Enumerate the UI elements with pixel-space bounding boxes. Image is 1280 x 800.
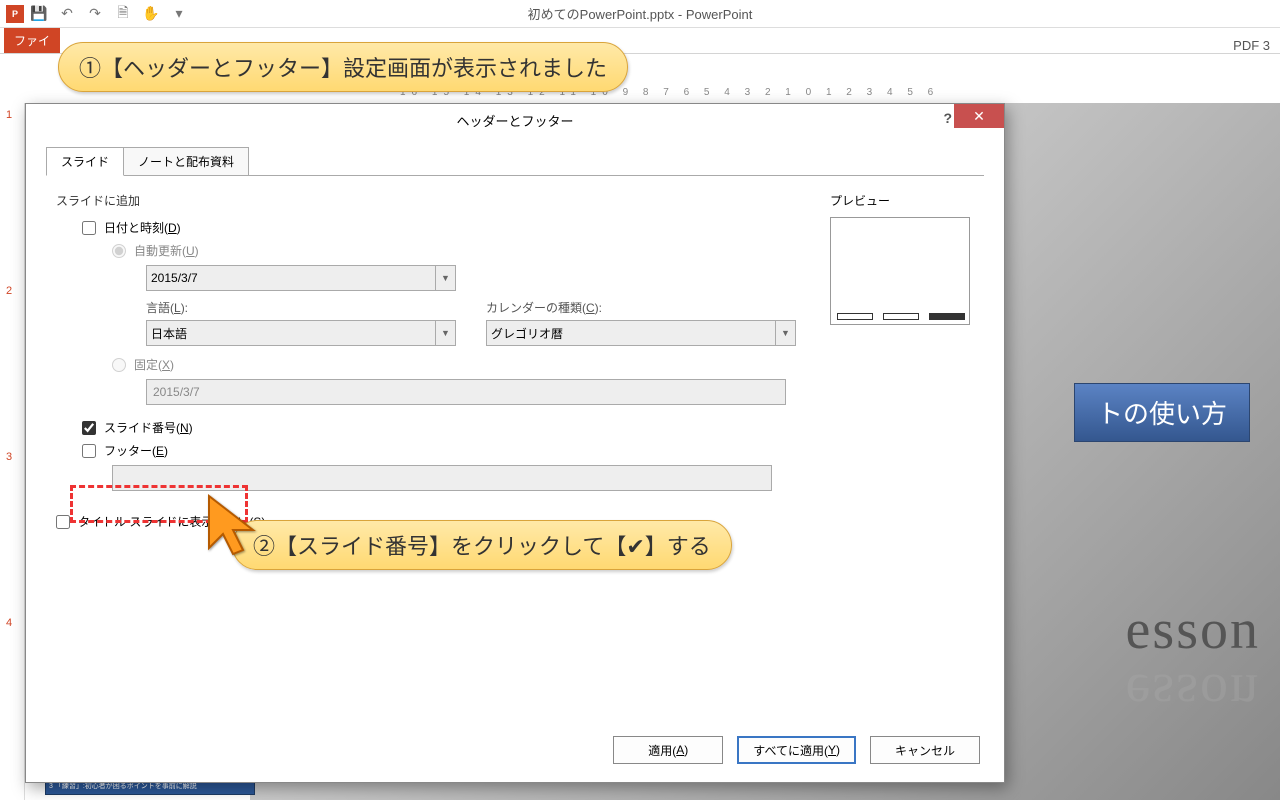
- language-combo[interactable]: 日本語 ▼: [146, 320, 456, 346]
- slide-number-checkbox[interactable]: [82, 421, 96, 435]
- preview-slot-left: [837, 313, 873, 320]
- preview-panel: プレビュー: [830, 192, 980, 325]
- auto-date-value: 2015/3/7: [151, 271, 198, 285]
- slide-number-row[interactable]: スライド番号(N): [82, 419, 984, 436]
- help-button[interactable]: ?: [943, 110, 952, 126]
- customize-icon[interactable]: ▾: [170, 5, 188, 23]
- dialog-tabstrip: スライド ノートと配布資料: [46, 146, 1004, 175]
- tutorial-cursor-arrow: [205, 492, 265, 567]
- title-bar: P 💾 ↶ ↷ 🗎 ✋ ▾ 初めてのPowerPoint.pptx - Powe…: [0, 0, 1280, 28]
- auto-date-combo[interactable]: 2015/3/7 ▼: [146, 265, 456, 291]
- chevron-down-icon[interactable]: ▼: [435, 321, 455, 345]
- date-time-checkbox[interactable]: [82, 221, 96, 235]
- redo-icon[interactable]: ↷: [86, 5, 104, 23]
- apply-all-button[interactable]: すべてに適用(Y): [737, 736, 856, 764]
- file-tab[interactable]: ファイ: [4, 28, 60, 53]
- tab-notes-handouts[interactable]: ノートと配布資料: [124, 147, 249, 176]
- fixed-label: 固定(X): [134, 356, 174, 373]
- dialog-title: ヘッダーとフッター: [456, 111, 573, 130]
- save-icon[interactable]: 💾: [30, 5, 48, 23]
- app-icon: P: [6, 5, 24, 23]
- close-button[interactable]: ✕: [954, 104, 1004, 128]
- dialog-button-row: 適用(A) すべてに適用(Y) キャンセル: [613, 736, 980, 764]
- chevron-down-icon[interactable]: ▼: [775, 321, 795, 345]
- fixed-value-row: 2015/3/7: [146, 379, 984, 405]
- auto-update-radio[interactable]: [112, 244, 126, 258]
- hide-on-title-checkbox[interactable]: [56, 515, 70, 529]
- calendar-value: グレゴリオ暦: [491, 325, 563, 342]
- footer-row[interactable]: フッター(E): [82, 442, 984, 459]
- fixed-row[interactable]: 固定(X): [112, 356, 984, 373]
- thumb-num-4[interactable]: 4: [0, 615, 24, 631]
- language-value: 日本語: [151, 325, 187, 342]
- print-icon[interactable]: 🗎: [114, 5, 132, 23]
- calendar-combo[interactable]: グレゴリオ暦 ▼: [486, 320, 796, 346]
- undo-icon[interactable]: ↶: [58, 5, 76, 23]
- preview-label: プレビュー: [830, 192, 980, 209]
- date-time-label: 日付と時刻(D): [104, 219, 181, 236]
- header-footer-dialog: ヘッダーとフッター ? ✕ スライド ノートと配布資料 スライドに追加 日付と時…: [25, 103, 1005, 783]
- ribbon-right-fragment: PDF 3: [1233, 38, 1280, 53]
- fixed-date-field[interactable]: 2015/3/7: [146, 379, 786, 405]
- preview-slot-right: [929, 313, 965, 320]
- preview-frame: [830, 217, 970, 325]
- slide-number-label: スライド番号(N): [104, 419, 193, 436]
- slide-thumbnail-panel: 1 2 3 4: [0, 103, 25, 800]
- chevron-down-icon[interactable]: ▼: [435, 266, 455, 290]
- slide-lesson-text: esson: [1126, 598, 1260, 662]
- language-label: 言語(L):: [146, 299, 456, 316]
- footer-label: フッター(E): [104, 442, 168, 459]
- calendar-label: カレンダーの種類(C):: [486, 299, 796, 316]
- thumb-num-2[interactable]: 2: [0, 283, 24, 299]
- preview-slot-center: [883, 313, 919, 320]
- tutorial-callout-1: ①【ヘッダーとフッター】設定画面が表示されました: [58, 42, 628, 92]
- quick-access-toolbar: 💾 ↶ ↷ 🗎 ✋ ▾: [30, 5, 188, 23]
- tutorial-callout-2: ②【スライド番号】をクリックして【✔】する: [232, 520, 732, 570]
- slide-lesson-reflection: esson: [1126, 661, 1260, 725]
- slide-title-fragment: トの使い方: [1074, 383, 1250, 442]
- thumb-num-1[interactable]: 1: [0, 107, 24, 123]
- dialog-title-bar: ヘッダーとフッター ? ✕: [26, 104, 1004, 136]
- footer-checkbox[interactable]: [82, 444, 96, 458]
- touch-icon[interactable]: ✋: [142, 5, 160, 23]
- cancel-button[interactable]: キャンセル: [870, 736, 980, 764]
- thumb-num-3[interactable]: 3: [0, 449, 24, 465]
- tab-slide[interactable]: スライド: [46, 147, 124, 176]
- dialog-body: スライドに追加 日付と時刻(D) 自動更新(U) 2015/3/7 ▼ 言語(L…: [26, 176, 1004, 736]
- auto-update-label: 自動更新(U): [134, 242, 199, 259]
- fixed-radio[interactable]: [112, 358, 126, 372]
- window-title: 初めてのPowerPoint.pptx - PowerPoint: [528, 4, 753, 23]
- apply-button[interactable]: 適用(A): [613, 736, 723, 764]
